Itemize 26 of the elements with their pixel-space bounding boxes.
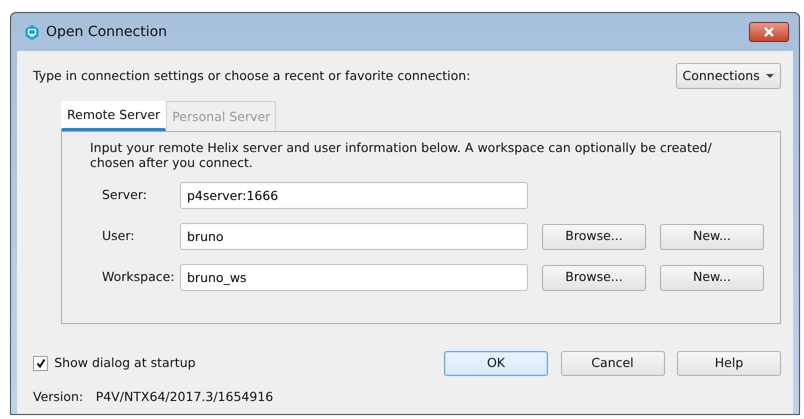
app-icon <box>25 24 39 40</box>
checkbox[interactable] <box>33 356 48 371</box>
close-icon <box>763 27 775 37</box>
browse-button[interactable]: Browse... <box>542 264 646 291</box>
new-button[interactable]: New... <box>660 264 764 291</box>
caret-icon <box>766 74 774 78</box>
cancel-button[interactable]: Cancel <box>560 350 664 376</box>
field-label: Server: <box>101 186 148 204</box>
window-title: Open Connection <box>46 22 168 42</box>
connections-dropdown[interactable]: Connections <box>676 63 781 89</box>
field-label: User: <box>101 227 136 246</box>
text-field[interactable]: p4server:1666 <box>180 182 528 210</box>
tab[interactable]: Remote Server <box>61 101 166 131</box>
description-text: Input your remote Helix server and user information below. A workspace can optionally be created/ chosen after you connect. <box>90 140 713 170</box>
browse-button[interactable]: Browse... <box>542 224 646 250</box>
checkbox-label: Show dialog at startup <box>54 354 196 372</box>
version-label: Version: <box>33 388 84 406</box>
instruction-text: Type in connection settings or choose a recent or favorite connection: <box>33 66 470 85</box>
text-field[interactable]: bruno <box>180 223 528 250</box>
help-button[interactable]: Help <box>677 350 781 376</box>
new-button[interactable]: New... <box>660 224 764 250</box>
close-button[interactable] <box>749 22 789 42</box>
field-label: Workspace: <box>101 268 176 286</box>
text-field[interactable]: bruno_ws <box>180 264 528 292</box>
version-value: P4V/NTX64/2017.3/1654916 <box>96 388 274 406</box>
ok-button[interactable]: OK <box>444 350 548 376</box>
